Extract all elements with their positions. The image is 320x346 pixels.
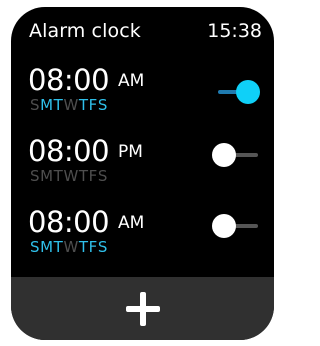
day-thursday: T <box>78 96 89 114</box>
alarm-item-3[interactable]: 08:00 AM S M T W T F S <box>11 207 274 271</box>
day-thursday: T <box>78 167 89 185</box>
alarm-item-1[interactable]: 08:00 AM S M T W T F S <box>11 65 274 129</box>
watch-screen: Alarm clock 15:38 08:00 AM S M T W T F S… <box>11 7 274 340</box>
day-monday: M <box>40 238 54 256</box>
alarm-time: 08:00 <box>28 205 110 239</box>
alarm-toggle[interactable] <box>212 212 260 240</box>
toggle-knob <box>212 214 236 238</box>
alarm-period: PM <box>118 142 143 162</box>
day-saturday: S <box>97 96 108 114</box>
alarm-item-2[interactable]: 08:00 PM S M T W T F S <box>11 136 274 200</box>
day-thursday: T <box>78 238 89 256</box>
day-friday: F <box>88 96 98 114</box>
toggle-knob <box>212 143 236 167</box>
header: Alarm clock 15:38 <box>11 7 274 51</box>
toggle-knob <box>236 80 260 104</box>
day-saturday: S <box>97 238 108 256</box>
alarm-period: AM <box>118 71 145 91</box>
status-time: 15:38 <box>207 20 262 42</box>
alarm-time: 08:00 <box>28 134 110 168</box>
alarm-days: S M T W T F S <box>30 238 108 256</box>
day-sunday: S <box>30 167 41 185</box>
alarm-period: AM <box>118 213 145 233</box>
page-title: Alarm clock <box>29 20 141 42</box>
alarm-days: S M T W T F S <box>30 167 108 185</box>
day-sunday: S <box>30 238 41 256</box>
plus-icon[interactable] <box>125 291 160 326</box>
alarm-toggle[interactable] <box>212 78 260 106</box>
day-wednesday: W <box>63 238 79 256</box>
alarm-toggle[interactable] <box>212 141 260 169</box>
alarm-time: 08:00 <box>28 63 110 97</box>
alarm-days: S M T W T F S <box>30 96 108 114</box>
day-saturday: S <box>97 167 108 185</box>
day-sunday: S <box>30 96 41 114</box>
day-tuesday: T <box>53 167 64 185</box>
day-tuesday: T <box>53 238 64 256</box>
day-wednesday: W <box>63 96 79 114</box>
day-friday: F <box>88 238 98 256</box>
day-monday: M <box>40 167 54 185</box>
add-alarm-bar[interactable] <box>11 277 274 340</box>
day-friday: F <box>88 167 98 185</box>
day-tuesday: T <box>53 96 64 114</box>
day-wednesday: W <box>63 167 79 185</box>
day-monday: M <box>40 96 54 114</box>
